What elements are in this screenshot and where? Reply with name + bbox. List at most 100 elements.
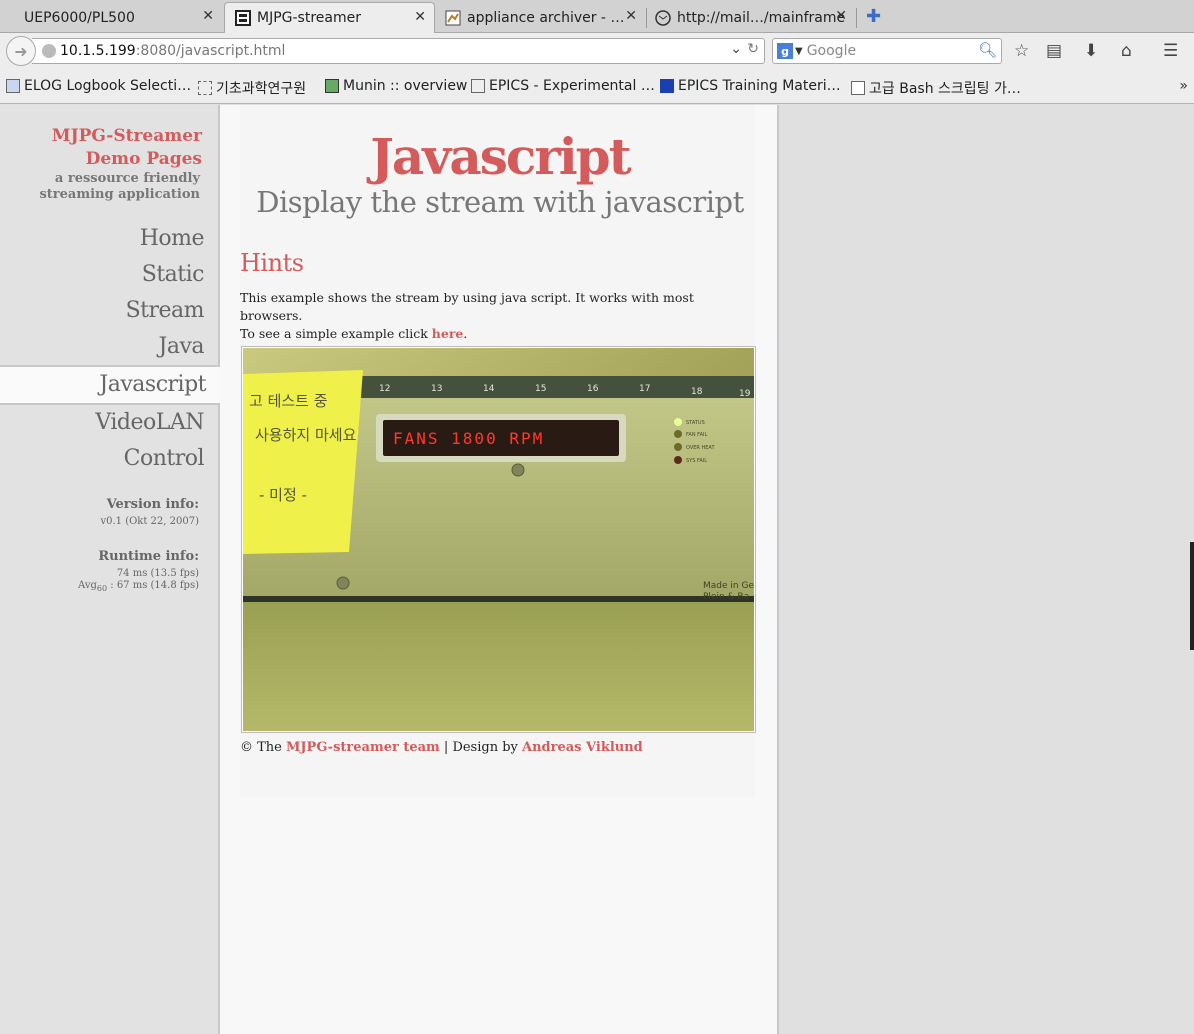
search-placeholder: Google [806,43,857,59]
close-icon[interactable]: ✕ [414,9,426,25]
tab-mail[interactable]: http://mail…/mainframe ✕ [645,2,855,33]
bookmark-label: EPICS Training Materi… [678,78,841,94]
bookmark-star-icon[interactable]: ☆ [1014,41,1029,61]
back-arrow-icon: ➜ [14,41,28,61]
back-button[interactable]: ➜ [6,36,36,66]
page-subtitle: Display the stream with javascript [256,185,744,219]
chevron-down-icon[interactable]: ▼ [795,46,803,57]
slot-number: 12 [379,384,390,394]
download-icon[interactable]: ⬇ [1084,41,1098,61]
version-value: v0.1 (Okt 22, 2007) [100,516,199,527]
reading-list-icon[interactable]: ▤ [1046,41,1062,61]
hints-paragraph: This example shows the stream by using j… [240,289,760,343]
sticky-note-text: 사용하지 마세요 [255,426,357,444]
bookmark-epics[interactable]: EPICS - Experimental … [471,78,655,94]
made-in-text: Plein & Ba [703,592,749,602]
brand-subtitle-line2: streaming application [39,187,200,202]
search-icon[interactable]: 🔍︎ [978,41,997,59]
sidebar-item-videolan[interactable]: VideoLAN [0,405,220,441]
avg-subscript: 60 [96,584,108,593]
tab-uep6000[interactable]: UEP6000/PL500 ✕ [14,2,222,33]
url-path: :8080/javascript.html [135,43,286,59]
runtime-average: Avg60 : 67 ms (14.8 fps) [78,580,199,595]
bookmark-ibs[interactable]: 기초과학연구원 [198,78,306,98]
footer-designer-link[interactable]: Andreas Viklund [522,740,643,755]
sidebar-item-static[interactable]: Static [0,257,220,293]
slot-number: 19 [739,389,751,399]
tab-separator [856,8,857,28]
hints-line-1: This example shows the stream by using j… [240,290,694,323]
sidebar: MJPG-Streamer Demo Pages a ressource fri… [0,105,222,1034]
globe-icon [42,44,56,58]
sidebar-item-java[interactable]: Java [0,329,220,365]
avg-label: Avg [78,580,97,591]
avg-value: : 67 ms (14.8 fps) [110,580,199,591]
scrollbar-thumb[interactable] [1190,542,1194,650]
made-in-text: Made in Ge [703,581,754,591]
bookmark-label: 기초과학연구원 [216,81,307,97]
sidebar-menu: Home Static Stream Java Javascript Video… [0,221,222,477]
mail-favicon-icon [655,9,671,26]
slot-number: 17 [639,384,650,394]
home-icon[interactable]: ⌂ [1121,41,1132,61]
bookmark-munin[interactable]: Munin :: overview [325,78,467,94]
close-icon[interactable]: ✕ [202,8,214,24]
hints-line-2-end: . [463,326,468,341]
bookmarks-bar: ELOG Logbook Selecti… 기초과학연구원 Munin :: o… [0,69,1194,104]
tab-appliance-archiver[interactable]: appliance archiver - … ✕ [435,2,645,33]
page-footer: © The MJPG-streamer team | Design by And… [240,740,643,755]
reload-icon[interactable]: ↻ [747,41,759,57]
slot-number: 16 [587,384,599,394]
footer-separator: | Design by [439,740,523,755]
sls-icon [660,79,674,93]
bookmark-bash[interactable]: 고급 Bash 스크립팅 가… [851,78,1021,98]
tab-mjpg-streamer[interactable]: MJPG-streamer ✕ [224,2,435,33]
brand-title-line2: Demo Pages [85,149,202,169]
sidebar-item-stream[interactable]: Stream [0,293,220,329]
version-info: Version info: v0.1 (Okt 22, 2007) [100,497,199,528]
new-tab-plus-icon[interactable]: ✚ [866,6,881,27]
menu-icon[interactable]: ☰ [1163,41,1178,61]
hints-line-2-text: To see a simple example click [240,326,432,341]
stream-image: 12 13 14 15 16 17 18 19 FANS 1800 RPM ST… [241,346,756,733]
sticky-note-text: 고 테스트 중 [249,392,328,410]
url-bar[interactable]: 10.1.5.199:8080/javascript.html ⌄ ↻ [32,38,765,64]
section-heading: Hints [240,249,304,277]
bookmark-label: ELOG Logbook Selecti… [24,78,192,94]
navigation-bar: 10.1.5.199:8080/javascript.html ⌄ ↻ ➜ g ▼… [0,33,1194,69]
slot-number: 15 [535,384,546,394]
sidebar-item-javascript[interactable]: Javascript [0,365,222,405]
chevron-down-icon[interactable]: ⌄ [730,41,742,57]
archiver-favicon-icon [445,10,461,26]
chevron-right-icon[interactable]: » [1179,78,1188,94]
document-icon [851,81,865,95]
runtime-info: Runtime info: 74 ms (13.5 fps) Avg60 : 6… [78,549,199,595]
bookmark-label: 고급 Bash 스크립팅 가… [869,81,1021,97]
tab-title: appliance archiver - … [467,9,625,26]
footer-copyright: © The [240,740,287,755]
close-icon[interactable]: ✕ [625,8,637,24]
site-brand: MJPG-Streamer Demo Pages a ressource fri… [39,125,202,203]
sidebar-item-home[interactable]: Home [0,221,220,257]
version-heading: Version info: [106,497,199,512]
hints-line-2: To see a simple example click here. [240,325,760,343]
mjpg-favicon-icon [235,10,251,26]
munin-icon [325,79,339,93]
led-label: SYS FAIL [686,458,707,464]
slot-number: 18 [691,387,703,397]
led-label: OVER HEAT [686,445,715,451]
here-link[interactable]: here [432,326,464,341]
bookmark-label: Munin :: overview [343,78,468,94]
bookmark-elog[interactable]: ELOG Logbook Selecti… [6,78,191,94]
bookmark-label: EPICS - Experimental … [489,78,655,94]
close-icon[interactable]: ✕ [835,8,847,24]
google-icon[interactable]: g [777,43,793,59]
footer-team-link[interactable]: MJPG-streamer team [286,740,440,755]
tab-bar: UEP6000/PL500 ✕ MJPG-streamer ✕ applianc… [0,0,1194,33]
search-bar[interactable]: g ▼ Google 🔍︎ [772,38,1002,64]
bookmark-epics-training[interactable]: EPICS Training Materi… [660,78,841,94]
page-title: Javascript [370,127,632,186]
tab-title: MJPG-streamer [257,10,361,26]
slot-number: 14 [483,384,495,394]
sidebar-item-control[interactable]: Control [0,441,220,477]
